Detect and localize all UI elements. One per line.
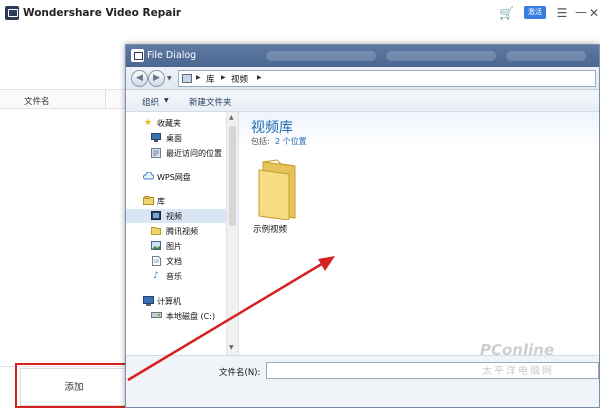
breadcrumb-videos[interactable]: 视频 — [231, 73, 248, 85]
nav-item-label: 收藏夹 — [157, 119, 181, 128]
breadcrumb-separator-icon[interactable]: ▶ — [257, 74, 262, 81]
document-icon — [151, 256, 161, 266]
nav-item-wps-cloud[interactable]: WPS网盘 — [126, 170, 226, 184]
scroll-up-icon[interactable]: ▲ — [229, 114, 234, 121]
cloud-icon — [143, 171, 155, 182]
activate-button[interactable]: 激活 — [524, 6, 546, 19]
nav-item-desktop[interactable]: 桌面 — [126, 131, 226, 145]
nav-item-label: 视频 — [166, 212, 182, 221]
hamburger-icon[interactable]: ☰ — [556, 6, 568, 20]
nav-item-documents[interactable]: 文档 — [126, 254, 226, 268]
dialog-titlebar[interactable]: File Dialog — [126, 45, 599, 67]
nav-item-label: 音乐 — [166, 272, 182, 281]
nav-item-label: WPS网盘 — [157, 173, 191, 182]
app-logo-icon — [5, 6, 19, 20]
library-icon — [143, 196, 154, 206]
picture-icon — [151, 241, 161, 251]
nav-item-label: 最近访问的位置 — [166, 149, 222, 158]
column-filename[interactable]: 文件名 — [24, 95, 50, 107]
dialog-titlebar-decoration — [266, 51, 586, 61]
scrollbar-thumb[interactable] — [229, 126, 236, 226]
file-table-header: 文件名 — [0, 89, 135, 110]
recent-locations-dropdown-icon[interactable]: ▼ — [167, 75, 172, 82]
breadcrumb-library[interactable]: 库 — [206, 73, 215, 85]
address-bar[interactable]: ▶ 库 ▶ 视频 ▶ — [178, 70, 596, 87]
library-title: 视频库 — [251, 120, 293, 136]
filename-label: 文件名(N): — [219, 368, 261, 378]
nav-item-videos[interactable]: 视频 — [126, 209, 226, 223]
nav-item-label: 文档 — [166, 257, 182, 266]
recent-icon — [151, 148, 161, 158]
nav-item-favorites[interactable]: ★ 收藏夹 — [126, 116, 226, 130]
dialog-navbar: ◀ ▶ ▼ ▶ 库 ▶ 视频 ▶ — [126, 67, 599, 90]
nav-item-label: 桌面 — [166, 134, 182, 143]
dialog-app-icon — [131, 49, 144, 62]
dialog-toolbar: 组织 ▼ 新建文件夹 — [126, 90, 599, 112]
nav-item-pictures[interactable]: 图片 — [126, 239, 226, 253]
library-locations-link[interactable]: 2 个位置 — [275, 136, 307, 147]
nav-item-local-disk-c[interactable]: 本地磁盘 (C:) — [126, 309, 226, 323]
nav-item-tencent-video[interactable]: 腾讯视频 — [126, 224, 226, 238]
nav-item-label: 库 — [157, 197, 165, 206]
close-button[interactable]: ✕ — [588, 6, 600, 20]
nav-item-label: 腾讯视频 — [166, 227, 198, 236]
minimize-button[interactable]: — — [575, 6, 587, 20]
nav-item-computer[interactable]: 计算机 — [126, 294, 226, 308]
forward-arrow-icon[interactable]: ▶ — [148, 70, 165, 87]
column-divider[interactable] — [105, 90, 106, 110]
nav-item-music[interactable]: ♪ 音乐 — [126, 269, 226, 283]
content-pane: 视频库 包括: 2 个位置 示例视频 — [239, 112, 599, 355]
dialog-title: File Dialog — [147, 50, 197, 61]
cart-icon[interactable]: 🛒 — [499, 6, 514, 20]
library-includes-label: 包括: — [251, 137, 270, 146]
app-titlebar: Wondershare Video Repair 🛒 激活 ☰ — ✕ — [0, 0, 600, 28]
nav-item-label: 图片 — [166, 242, 182, 251]
folder-icon — [151, 226, 161, 236]
nav-item-label: 本地磁盘 (C:) — [166, 312, 216, 321]
chevron-down-icon[interactable]: ▼ — [164, 97, 169, 104]
nav-item-library[interactable]: 库 — [126, 194, 226, 208]
library-location-icon — [182, 74, 192, 83]
music-icon: ♪ — [153, 271, 159, 281]
scroll-down-icon[interactable]: ▼ — [229, 344, 234, 351]
nav-item-recent[interactable]: 最近访问的位置 — [126, 146, 226, 160]
organize-button[interactable]: 组织 — [142, 96, 159, 108]
new-folder-button[interactable]: 新建文件夹 — [189, 96, 232, 108]
breadcrumb-separator-icon[interactable]: ▶ — [196, 74, 201, 81]
navigation-scrollbar[interactable]: ▲ ▼ — [226, 112, 238, 355]
app-title: Wondershare Video Repair — [23, 7, 182, 19]
folder-icon[interactable] — [257, 156, 297, 221]
computer-icon — [143, 296, 154, 306]
video-icon — [151, 211, 161, 221]
nav-item-label: 计算机 — [157, 297, 181, 306]
star-icon: ★ — [143, 118, 153, 128]
desktop-icon — [151, 133, 161, 143]
watermark-sub: 太平洋电脑网 — [482, 366, 554, 377]
breadcrumb-separator-icon[interactable]: ▶ — [221, 74, 226, 81]
watermark-brand: PConline — [480, 341, 555, 359]
highlight-box — [15, 363, 137, 408]
folder-item-label[interactable]: 示例视频 — [253, 223, 287, 235]
library-header: 视频库 包括: 2 个位置 — [239, 112, 599, 148]
navigation-pane: ★ 收藏夹 桌面 最近访问的位置 WPS网盘 库 视频 腾讯视频 图片 文档 ♪… — [126, 112, 239, 355]
back-arrow-icon[interactable]: ◀ — [131, 70, 148, 87]
disk-icon — [151, 311, 162, 321]
